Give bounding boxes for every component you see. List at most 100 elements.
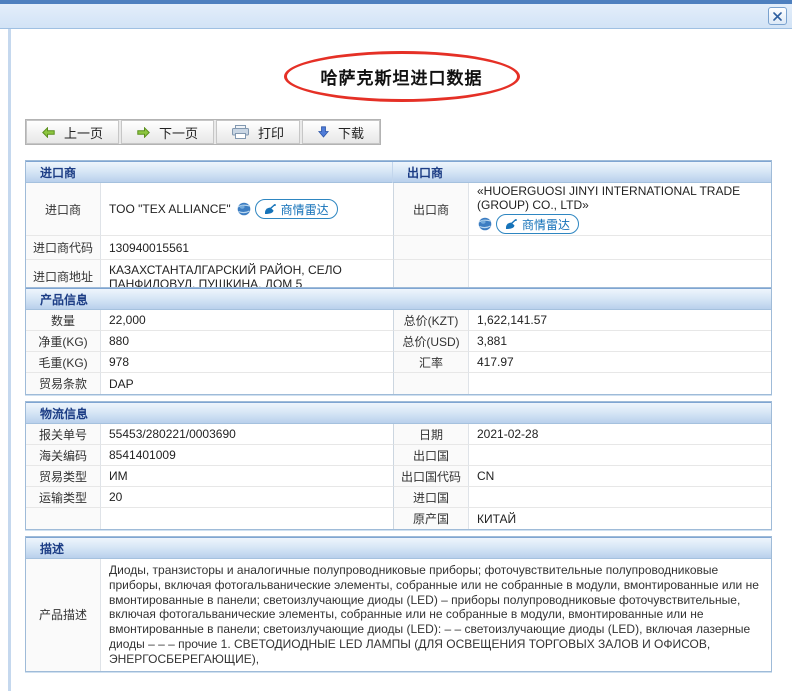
product-section-title: 产品信息 — [40, 293, 89, 307]
toolbar: 上一页 下一页 打印 下载 — [25, 119, 382, 145]
title-red-ellipse: 哈萨克斯坦进口数据 — [283, 51, 520, 102]
parties-section-header: 进口商 出口商 — [26, 161, 771, 184]
section-description: 描述 产品描述 Диоды, транзисторы и аналогичные… — [25, 536, 772, 672]
logistics-section-title: 物流信息 — [40, 407, 89, 421]
exporter-section-title: 出口商 — [407, 166, 444, 180]
dialog-titlebar — [0, 4, 792, 29]
download-label: 下载 — [338, 125, 365, 141]
table-row: 报关单号 55453/280221/0003690 日期 2021-02-28 — [26, 424, 771, 445]
field-value: DAP — [101, 373, 394, 394]
globe-icon[interactable] — [478, 217, 492, 231]
exporter-name-cell: «HUOERGUOSI JINYI INTERNATIONAL TRADE (G… — [469, 183, 771, 236]
field-label: 贸易条款 — [26, 373, 101, 394]
arrow-right-icon — [137, 126, 150, 138]
field-value: ИМ — [101, 466, 394, 487]
field-label: 总价(KZT) — [394, 310, 469, 331]
field-value — [469, 445, 771, 466]
field-label: 总价(USD) — [394, 331, 469, 352]
empty-value-cell — [469, 236, 771, 260]
field-value: 20 — [101, 487, 394, 508]
table-row: 海关编码 8541401009 出口国 — [26, 445, 771, 466]
field-label: 汇率 — [394, 352, 469, 373]
table-row: 进口商 TOO "TEX ALLIANCE" 商情雷达 出口商 «HUOERGU… — [26, 183, 771, 236]
printer-icon — [232, 125, 250, 139]
print-button[interactable]: 打印 — [216, 120, 301, 144]
field-value: 8541401009 — [101, 445, 394, 466]
field-value: 2021-02-28 — [469, 424, 771, 445]
table-row: 贸易类型 ИМ 出口国代码 CN — [26, 466, 771, 487]
description-section-title: 描述 — [40, 542, 65, 556]
dialog-content: 哈萨克斯坦进口数据 上一页 下一页 打印 下载 进口商 出口商 进口商 TOO … — [8, 29, 792, 691]
description-section-header: 描述 — [26, 537, 771, 559]
close-button[interactable] — [768, 7, 787, 25]
field-label: 报关单号 — [26, 424, 101, 445]
logistics-section-header: 物流信息 — [26, 402, 771, 424]
field-value: 55453/280221/0003690 — [101, 424, 394, 445]
product-description-label: 产品描述 — [26, 559, 101, 671]
field-value — [469, 487, 771, 508]
prev-page-label: 上一页 — [64, 125, 104, 141]
globe-icon[interactable] — [237, 202, 251, 216]
field-label: 贸易类型 — [26, 466, 101, 487]
importer-name-cell: TOO "TEX ALLIANCE" 商情雷达 — [101, 183, 394, 236]
field-value: CN — [469, 466, 771, 487]
section-parties: 进口商 出口商 进口商 TOO "TEX ALLIANCE" 商情雷达 出口商 … — [25, 160, 772, 294]
field-value: 417.97 — [469, 352, 771, 373]
field-value: 22,000 — [101, 310, 394, 331]
field-label: 日期 — [394, 424, 469, 445]
field-label: 毛重(KG) — [26, 352, 101, 373]
radar-badge-label: 商情雷达 — [280, 202, 329, 217]
satellite-dish-icon — [505, 218, 517, 229]
prev-page-button[interactable]: 上一页 — [26, 120, 120, 144]
table-row: 数量 22,000 总价(KZT) 1,622,141.57 — [26, 310, 771, 331]
table-row: 进口商代码 130940015561 — [26, 236, 771, 260]
radar-badge-label: 商情雷达 — [522, 217, 571, 232]
field-value: 880 — [101, 331, 394, 352]
download-button[interactable]: 下载 — [302, 120, 381, 144]
field-value: КИТАЙ — [469, 508, 771, 529]
arrow-left-icon — [42, 126, 55, 138]
field-value: 3,881 — [469, 331, 771, 352]
radar-badge[interactable]: 商情雷达 — [496, 214, 580, 234]
field-value: 1,622,141.57 — [469, 310, 771, 331]
table-row: 净重(KG) 880 总价(USD) 3,881 — [26, 331, 771, 352]
page-title: 哈萨克斯坦进口数据 — [320, 69, 483, 88]
field-label: 出口国 — [394, 445, 469, 466]
title-row: 哈萨克斯坦进口数据 — [11, 51, 792, 102]
field-label — [394, 373, 469, 394]
table-row: 贸易条款 DAP — [26, 373, 771, 394]
section-logistics-info: 物流信息 报关单号 55453/280221/0003690 日期 2021-0… — [25, 401, 772, 530]
exporter-name-value: «HUOERGUOSI JINYI INTERNATIONAL TRADE (G… — [477, 184, 741, 212]
next-page-label: 下一页 — [159, 125, 199, 141]
importer-section-title: 进口商 — [26, 162, 393, 184]
field-label: 出口国代码 — [394, 466, 469, 487]
table-row: 原产国 КИТАЙ — [26, 508, 771, 529]
exporter-name-label: 出口商 — [394, 183, 469, 236]
field-label — [26, 508, 101, 529]
next-page-button[interactable]: 下一页 — [121, 120, 215, 144]
print-label: 打印 — [258, 125, 285, 141]
importer-code-value: 130940015561 — [101, 236, 394, 260]
table-row: 运输类型 20 进口国 — [26, 487, 771, 508]
importer-name-value: TOO "TEX ALLIANCE" — [109, 202, 231, 216]
product-section-header: 产品信息 — [26, 288, 771, 310]
field-label: 运输类型 — [26, 487, 101, 508]
empty-label-cell — [394, 236, 469, 260]
field-value — [101, 508, 394, 529]
field-value: 978 — [101, 352, 394, 373]
field-label: 净重(KG) — [26, 331, 101, 352]
table-row: 产品描述 Диоды, транзисторы и аналогичные по… — [26, 559, 771, 671]
radar-badge[interactable]: 商情雷达 — [254, 199, 338, 219]
importer-code-label: 进口商代码 — [26, 236, 101, 260]
download-arrow-icon — [318, 126, 330, 138]
field-label: 数量 — [26, 310, 101, 331]
section-product-info: 产品信息 数量 22,000 总价(KZT) 1,622,141.57 净重(K… — [25, 287, 772, 395]
product-description-value: Диоды, транзисторы и аналогичные полупро… — [109, 563, 759, 666]
field-label: 海关编码 — [26, 445, 101, 466]
field-value — [469, 373, 771, 394]
satellite-dish-icon — [264, 203, 276, 214]
field-label: 原产国 — [394, 508, 469, 529]
importer-name-label: 进口商 — [26, 183, 101, 236]
field-label: 进口国 — [394, 487, 469, 508]
close-icon — [773, 11, 782, 21]
